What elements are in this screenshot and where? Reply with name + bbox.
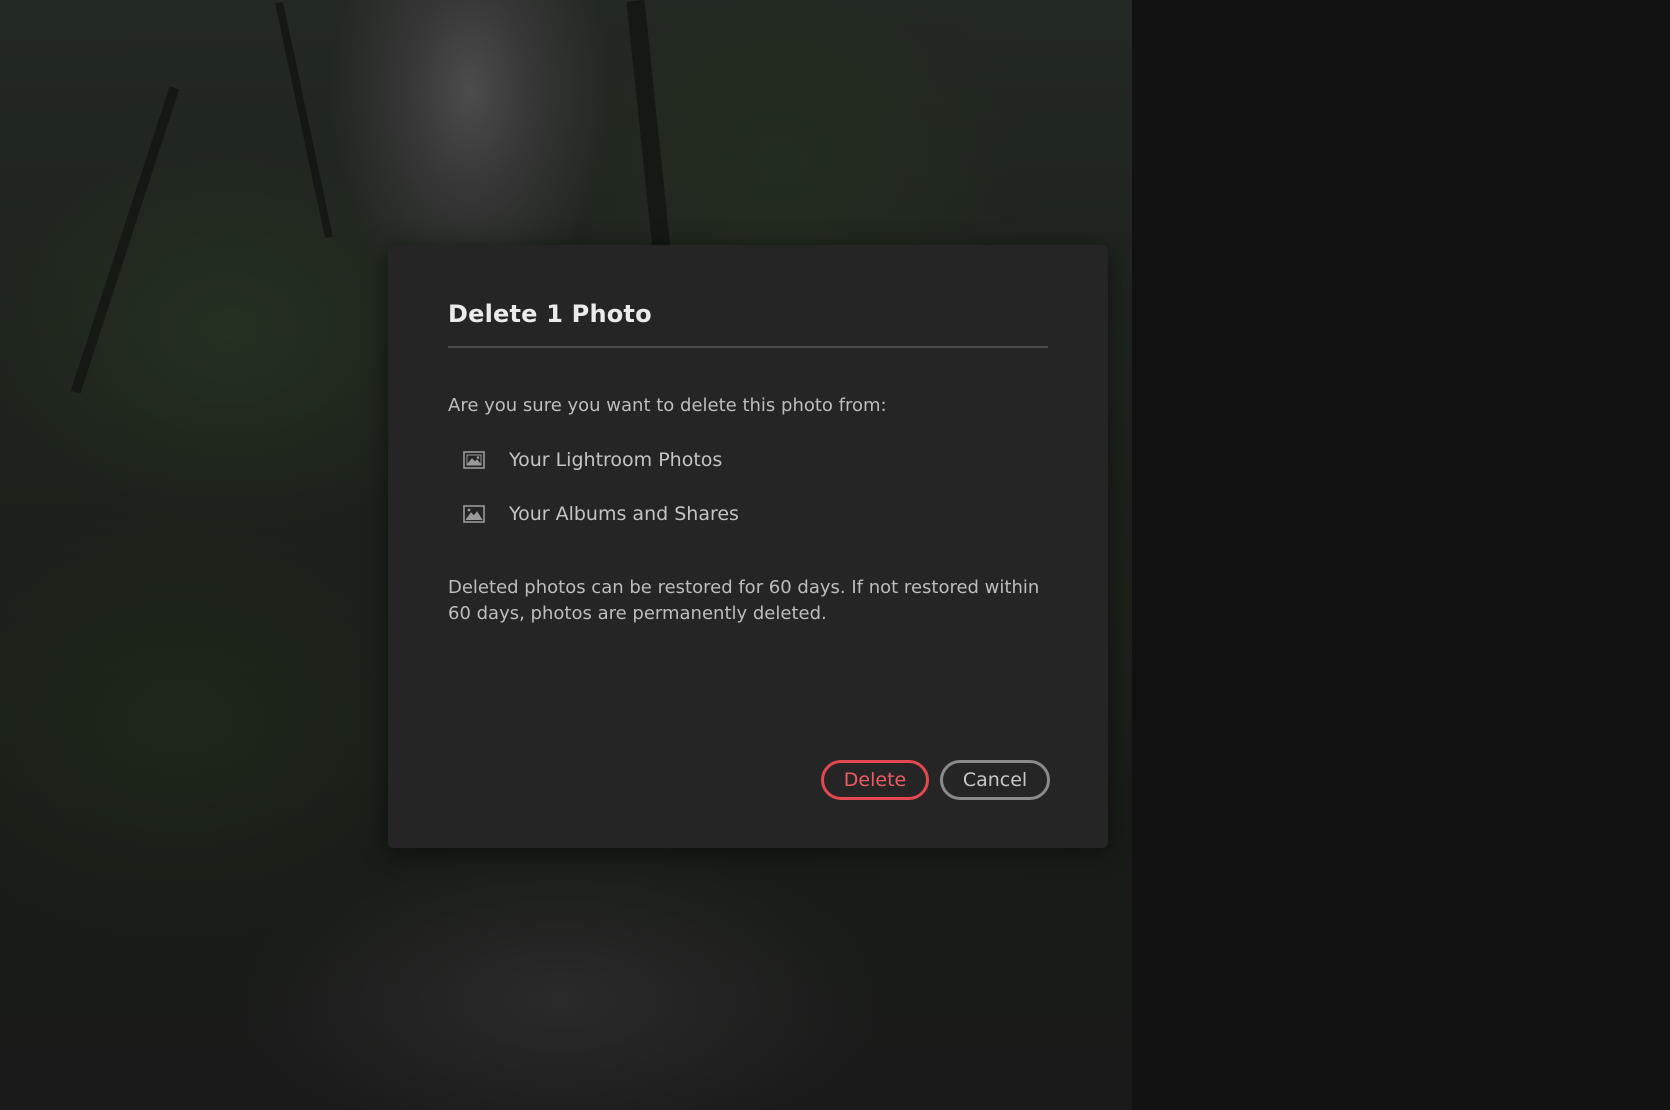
- tree-trunk: [626, 0, 672, 261]
- location-label: Your Lightroom Photos: [509, 449, 723, 471]
- delete-button[interactable]: Delete: [821, 760, 929, 800]
- photo-icon: [463, 451, 485, 469]
- right-panel-background: [1132, 0, 1670, 1110]
- location-item-lightroom-photos: Your Lightroom Photos: [448, 445, 722, 475]
- restore-info-text: Deleted photos can be restored for 60 da…: [448, 577, 1040, 624]
- title-divider: [448, 346, 1048, 348]
- delete-confirmation-dialog: Delete 1 Photo Are you sure you want to …: [388, 245, 1108, 848]
- location-label: Your Albums and Shares: [509, 503, 739, 525]
- dialog-title: Delete 1 Photo: [448, 300, 652, 328]
- tree-trunk: [70, 86, 180, 394]
- dialog-prompt: Are you sure you want to delete this pho…: [448, 395, 887, 416]
- cancel-button[interactable]: Cancel: [940, 760, 1050, 800]
- location-item-albums-and-shares: Your Albums and Shares: [448, 499, 739, 529]
- photo-album-icon: [463, 505, 485, 523]
- tree-trunk: [275, 1, 333, 239]
